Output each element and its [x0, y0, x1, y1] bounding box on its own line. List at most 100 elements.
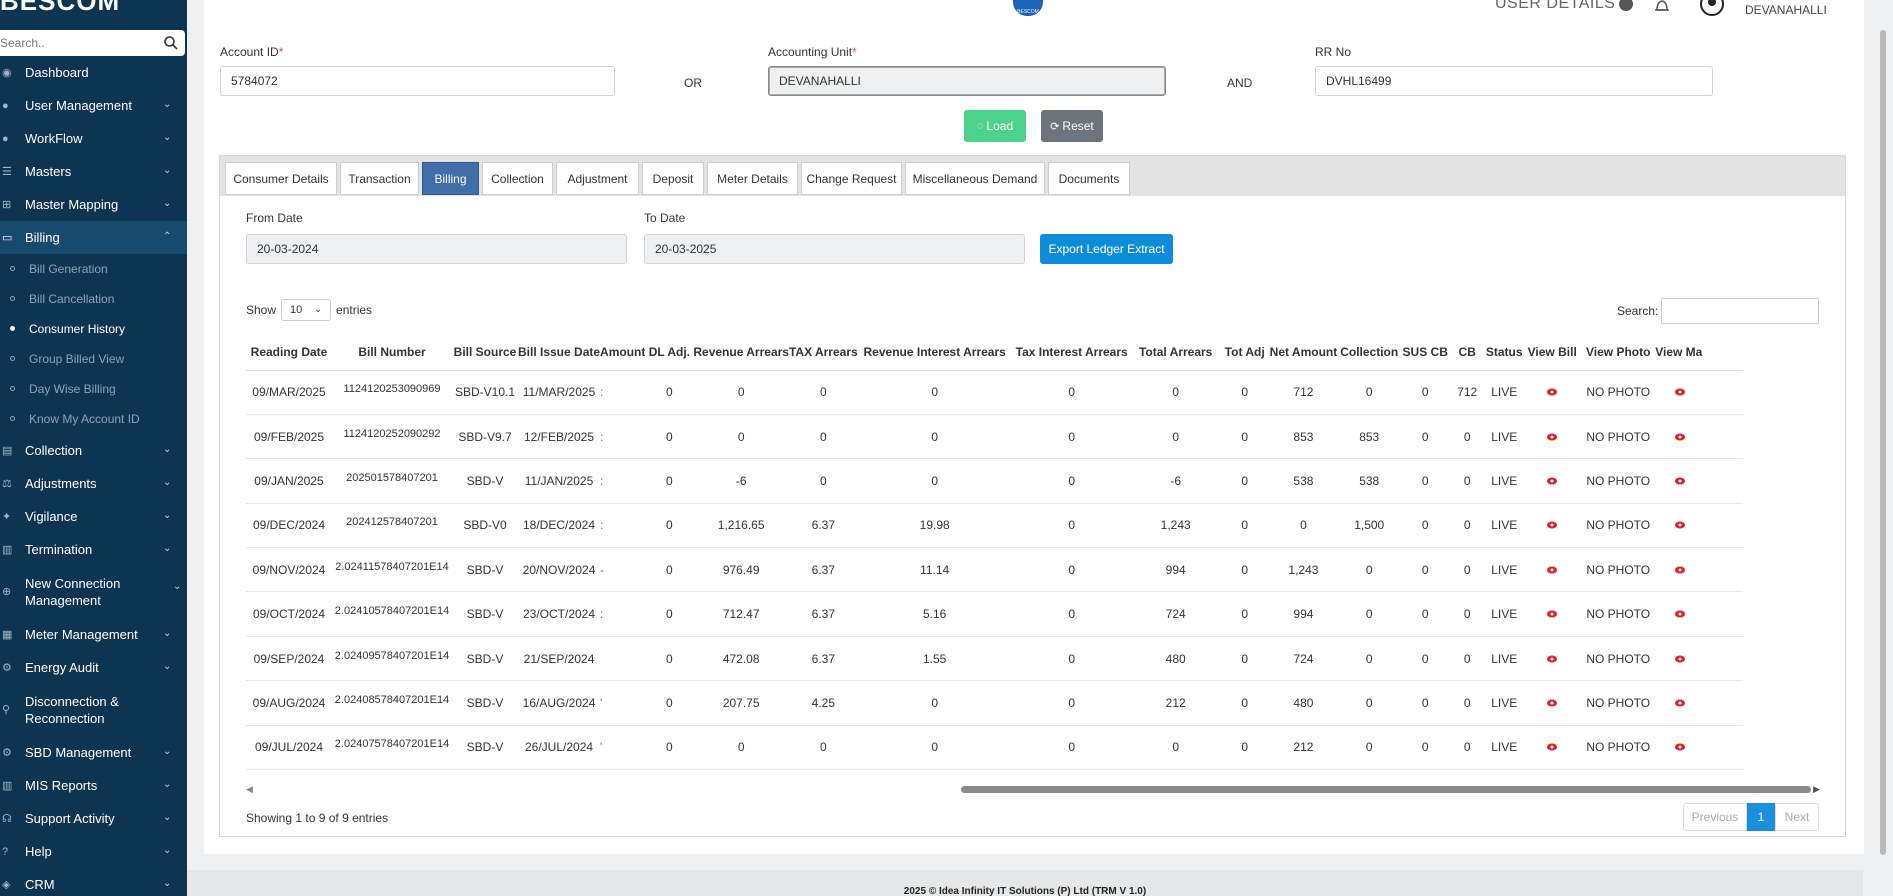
tab-deposit[interactable]: Deposit — [642, 162, 704, 195]
sidebar-item-billing[interactable]: ▭ Billing ⌃ — [0, 221, 187, 254]
sidebar-item-workflow[interactable]: ● WorkFlow ⌄ — [0, 122, 187, 155]
entries-select[interactable]: 10 ⌄ — [281, 299, 332, 321]
sidebar-subitem-know-my-account-id[interactable]: Know My Account ID — [0, 404, 187, 434]
sidebar-search-input[interactable] — [0, 32, 160, 54]
tab-change-request[interactable]: Change Request — [801, 162, 902, 195]
sidebar-subitem-bill-cancellation[interactable]: Bill Cancellation — [0, 284, 187, 314]
table-search-input[interactable] — [1661, 298, 1819, 324]
sidebar-item-disconnection[interactable]: ⚲ Disconnection & Reconnection — [0, 684, 187, 736]
column-header[interactable]: Net Amount — [1269, 334, 1338, 371]
from-date-input[interactable]: 20-03-2024 — [246, 234, 627, 264]
column-header[interactable]: View Bill — [1523, 334, 1582, 371]
horizontal-scrollbar[interactable]: ◀ ▶ — [246, 783, 1820, 795]
eye-icon[interactable] — [1547, 388, 1558, 396]
column-header[interactable]: TAX Arrears — [788, 334, 858, 371]
sidebar-item-sbd-management[interactable]: ⚙ SBD Management ⌄ — [0, 736, 187, 769]
column-header[interactable]: Reading Date — [246, 334, 332, 371]
view-bill-cell[interactable] — [1523, 680, 1582, 726]
eye-icon[interactable] — [1547, 433, 1558, 441]
avatar-icon[interactable] — [1699, 0, 1725, 16]
eye-icon[interactable] — [1675, 699, 1686, 707]
export-ledger-button[interactable]: Export Ledger Extract — [1040, 234, 1173, 264]
view-bill-cell[interactable] — [1523, 547, 1582, 593]
sidebar-item-dashboard[interactable]: ◉ Dashboard — [0, 56, 187, 89]
next-page-button[interactable]: Next — [1775, 803, 1819, 831]
column-header[interactable]: Bill Source — [452, 334, 518, 371]
eye-icon[interactable] — [1675, 521, 1686, 529]
to-date-input[interactable]: 20-03-2025 — [644, 234, 1025, 264]
sidebar-item-mis-reports[interactable]: ▥ MIS Reports ⌄ — [0, 769, 187, 802]
sidebar-subitem-day-wise-billing[interactable]: Day Wise Billing — [0, 374, 187, 404]
column-header[interactable]: Collection — [1337, 334, 1402, 371]
search-icon[interactable] — [163, 35, 179, 51]
sidebar-item-support-activity[interactable]: ☊ Support Activity ⌄ — [0, 802, 187, 835]
user-details-menu[interactable]: USER DETAILS — [1495, 0, 1634, 13]
tab-billing[interactable]: Billing — [422, 162, 479, 195]
view-map-cell[interactable] — [1655, 370, 1744, 415]
view-bill-cell[interactable] — [1523, 591, 1582, 637]
view-map-cell[interactable] — [1655, 591, 1744, 637]
sidebar-subitem-consumer-history[interactable]: Consumer History — [0, 314, 187, 344]
sidebar-item-energy-audit[interactable]: ⚙ Energy Audit ⌄ — [0, 651, 187, 684]
sidebar-subitem-group-billed-view[interactable]: Group Billed View — [0, 344, 187, 374]
eye-icon[interactable] — [1547, 610, 1558, 618]
view-bill-cell[interactable] — [1523, 414, 1582, 460]
accounting-unit-select[interactable]: DEVANAHALLI — [768, 66, 1166, 96]
eye-icon[interactable] — [1675, 477, 1686, 485]
eye-icon[interactable] — [1675, 610, 1686, 618]
column-header[interactable]: Status — [1485, 334, 1524, 371]
eye-icon[interactable] — [1547, 477, 1558, 485]
sidebar-item-master-mapping[interactable]: ⊞ Master Mapping ⌄ — [0, 188, 187, 221]
sidebar-item-collection[interactable]: ▤ Collection ⌄ — [0, 434, 187, 467]
tab-collection[interactable]: Collection — [482, 162, 553, 195]
view-bill-cell[interactable] — [1523, 458, 1582, 504]
tab-transaction[interactable]: Transaction — [340, 162, 419, 195]
column-header[interactable]: Amount — [600, 334, 646, 371]
column-header[interactable]: Tax Interest Arrears — [1011, 334, 1132, 371]
tab-adjustment[interactable]: Adjustment — [556, 162, 639, 195]
view-map-cell[interactable] — [1655, 680, 1744, 726]
eye-icon[interactable] — [1675, 388, 1686, 396]
eye-icon[interactable] — [1675, 566, 1686, 574]
reset-button[interactable]: ⟳ Reset — [1041, 110, 1103, 142]
column-header[interactable]: View Ma — [1655, 334, 1744, 371]
tab-documents[interactable]: Documents — [1048, 162, 1130, 195]
column-header[interactable]: Total Arrears — [1131, 334, 1220, 371]
column-header[interactable]: DL Adj. — [645, 334, 694, 371]
sidebar-item-vigilance[interactable]: ✦ Vigilance ⌄ — [0, 500, 187, 533]
previous-page-button[interactable]: Previous — [1683, 803, 1747, 831]
arrow-left-icon[interactable]: ◀ — [246, 784, 253, 795]
sidebar-item-crm[interactable]: ◈ CRM ⌄ — [0, 868, 187, 896]
column-header[interactable]: Revenue Interest Arrears — [857, 334, 1012, 371]
eye-icon[interactable] — [1547, 743, 1558, 751]
view-bill-cell[interactable] — [1523, 370, 1582, 415]
eye-icon[interactable] — [1547, 521, 1558, 529]
page-1-button[interactable]: 1 — [1747, 803, 1775, 831]
sidebar-item-new-connection[interactable]: ⊕ New Connection Management ⌄ — [0, 566, 187, 618]
view-map-cell[interactable] — [1655, 636, 1744, 682]
load-button[interactable]: ◌ Load — [964, 110, 1026, 142]
view-map-cell[interactable] — [1655, 547, 1744, 593]
sidebar-item-masters[interactable]: ☰ Masters ⌄ — [0, 155, 187, 188]
scrollbar-thumb[interactable] — [961, 786, 1811, 793]
sidebar-item-help[interactable]: ? Help ⌄ — [0, 835, 187, 868]
view-map-cell[interactable] — [1655, 503, 1744, 549]
view-bill-cell[interactable] — [1523, 503, 1582, 549]
sidebar-item-user-management[interactable]: ● User Management ⌄ — [0, 89, 187, 122]
eye-icon[interactable] — [1547, 699, 1558, 707]
column-header[interactable]: SUS CB — [1401, 334, 1450, 371]
vertical-scrollbar[interactable] — [1880, 30, 1886, 855]
column-header[interactable]: Bill Issue Date — [518, 334, 601, 371]
column-header[interactable]: Tot Adj — [1219, 334, 1270, 371]
column-header[interactable]: CB — [1449, 334, 1486, 371]
rr-no-input[interactable]: DVHL16499 — [1315, 66, 1713, 96]
sidebar-item-meter-management[interactable]: ▦ Meter Management ⌄ — [0, 618, 187, 651]
view-map-cell[interactable] — [1655, 414, 1744, 460]
view-bill-cell[interactable] — [1523, 636, 1582, 682]
tab-meter-details[interactable]: Meter Details — [707, 162, 798, 195]
sidebar-subitem-bill-generation[interactable]: Bill Generation — [0, 254, 187, 284]
view-map-cell[interactable] — [1655, 725, 1744, 771]
arrow-right-icon[interactable]: ▶ — [1813, 784, 1820, 795]
eye-icon[interactable] — [1675, 655, 1686, 663]
sidebar-item-adjustments[interactable]: ⚖ Adjustments ⌄ — [0, 467, 187, 500]
